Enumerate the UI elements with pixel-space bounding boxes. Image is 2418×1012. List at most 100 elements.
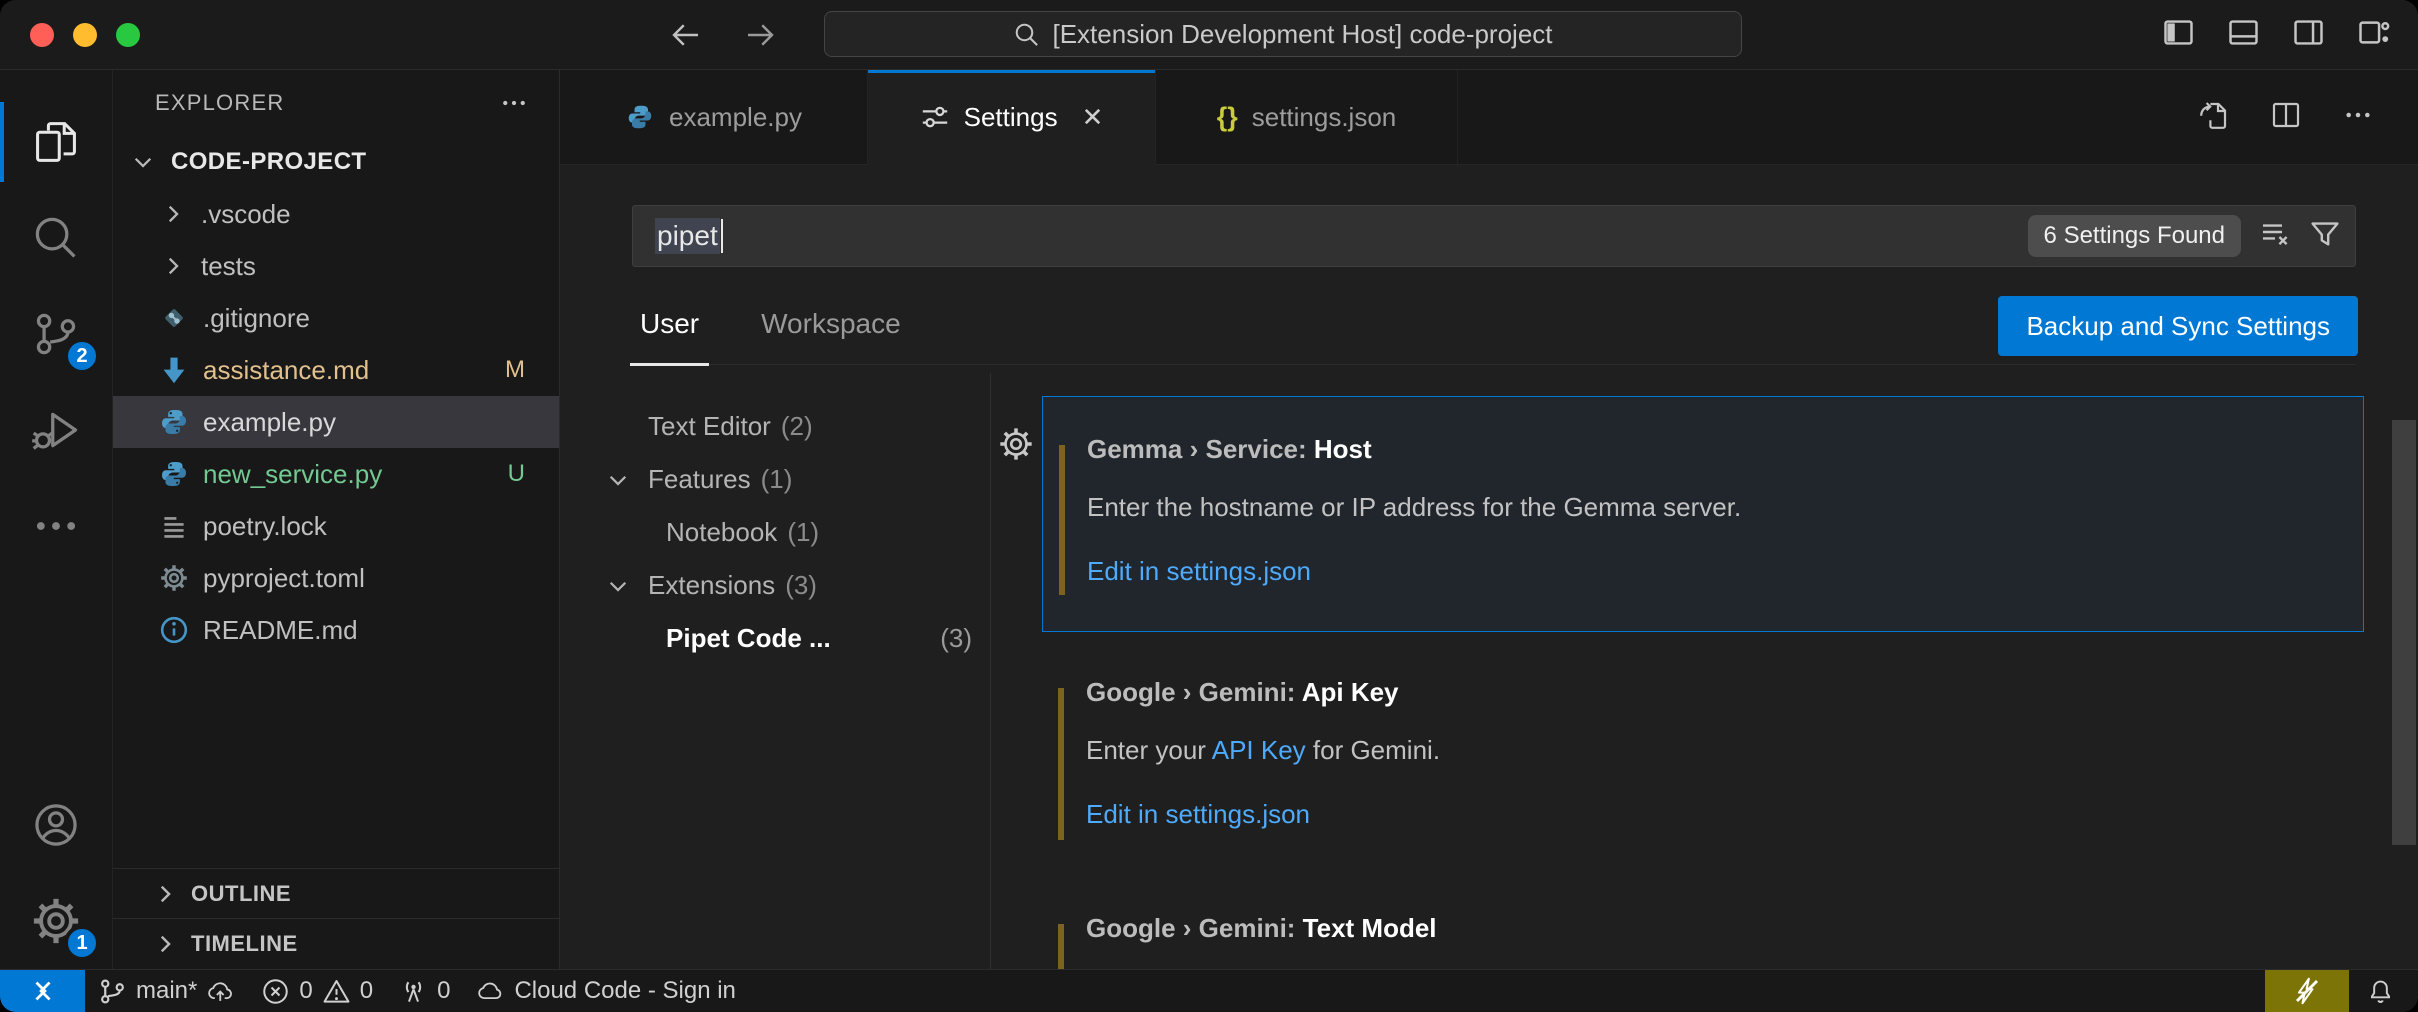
ports-item[interactable]: 0 xyxy=(386,970,463,1012)
tree-item-vscode[interactable]: .vscode xyxy=(113,188,559,240)
activity-more-button[interactable] xyxy=(0,478,112,574)
edit-in-settings-json-link[interactable]: Edit in settings.json xyxy=(1087,555,2333,587)
remote-indicator-button[interactable] xyxy=(0,970,85,1012)
toc-label: Features xyxy=(648,464,751,495)
open-settings-json-button[interactable] xyxy=(2198,99,2230,136)
activity-bar-spacer xyxy=(0,574,112,777)
results-count-badge: 6 Settings Found xyxy=(2028,215,2241,257)
json-braces-icon: {} xyxy=(1217,102,1238,133)
notifications-button[interactable] xyxy=(2349,970,2418,1012)
problems-item[interactable]: 0 0 xyxy=(248,970,386,1012)
settings-search-input[interactable]: pipet 6 Settings Found xyxy=(632,205,2356,267)
search-controls: 6 Settings Found xyxy=(2028,215,2341,257)
desc-text: for Gemini. xyxy=(1306,735,1440,765)
workbench: 2 1 xyxy=(0,70,2418,969)
setting-prefix: Google › Gemini: xyxy=(1086,913,1303,943)
tree-item-tests[interactable]: tests xyxy=(113,240,559,292)
tab-settings[interactable]: Settings ✕ xyxy=(868,70,1156,164)
python-file-icon xyxy=(625,102,655,132)
warning-count: 0 xyxy=(360,977,373,1005)
toggle-panel-button[interactable] xyxy=(2227,16,2260,54)
setting-actions-gear-button[interactable] xyxy=(997,425,1035,463)
activity-settings-button[interactable]: 1 xyxy=(0,873,112,969)
activity-explorer-button[interactable] xyxy=(0,94,112,190)
close-tab-button[interactable]: ✕ xyxy=(1082,102,1104,133)
setting-row-google-gemini-text-model[interactable]: Google › Gemini: Text Model xyxy=(1042,876,2364,969)
tree-item-new-service-py[interactable]: new_service.py U xyxy=(113,448,559,500)
title-bar: [Extension Development Host] code-projec… xyxy=(0,0,2418,70)
toc-count: (3) xyxy=(940,623,972,654)
toc-label: Notebook xyxy=(666,517,777,548)
editor-actions xyxy=(2198,70,2418,164)
navigate-forward-button[interactable] xyxy=(742,0,778,70)
scrollbar-thumb[interactable] xyxy=(2392,420,2416,845)
tree-item-poetry-lock[interactable]: poetry.lock xyxy=(113,500,559,552)
cloud-icon xyxy=(476,977,505,1006)
navigate-back-button[interactable] xyxy=(668,0,704,70)
toc-notebook[interactable]: Notebook (1) xyxy=(560,506,990,559)
split-editor-button[interactable] xyxy=(2270,99,2302,136)
toc-label: Extensions xyxy=(648,570,775,601)
tree-root-code-project[interactable]: CODE-PROJECT xyxy=(113,136,559,188)
git-status-badge: M xyxy=(505,356,525,384)
ports-count: 0 xyxy=(437,977,450,1005)
filter-settings-button[interactable] xyxy=(2309,218,2341,255)
customize-layout-button[interactable] xyxy=(2357,16,2390,54)
tab-bar: example.py Settings ✕ {} settings.json xyxy=(560,70,2418,165)
toc-text-editor[interactable]: Text Editor (2) xyxy=(560,400,990,453)
file-label: tests xyxy=(201,251,256,282)
vscode-window: [Extension Development Host] code-projec… xyxy=(0,0,2418,1012)
screencast-off-button[interactable] xyxy=(2265,970,2349,1012)
cloud-code-label: Cloud Code - Sign in xyxy=(514,977,735,1005)
toggle-secondary-sidebar-button[interactable] xyxy=(2292,16,2325,54)
remote-icon xyxy=(28,976,58,1006)
timeline-section-header[interactable]: TIMELINE xyxy=(113,919,559,969)
activity-source-control-button[interactable]: 2 xyxy=(0,286,112,382)
tab-example-py[interactable]: example.py xyxy=(560,70,868,164)
ellipsis-icon xyxy=(499,88,529,118)
clear-search-results-button[interactable] xyxy=(2259,218,2291,255)
python-file-icon xyxy=(157,457,191,491)
git-branch-item[interactable]: main* xyxy=(85,970,248,1012)
scope-tab-user[interactable]: User xyxy=(632,296,707,352)
tab-label: settings.json xyxy=(1252,102,1397,133)
arrow-right-icon xyxy=(742,17,778,53)
tree-item-example-py[interactable]: example.py xyxy=(113,396,559,448)
more-actions-button[interactable] xyxy=(2342,99,2374,136)
minimize-window-button[interactable] xyxy=(73,23,97,47)
layout-controls xyxy=(2162,0,2390,70)
tree-item-pyproject-toml[interactable]: pyproject.toml xyxy=(113,552,559,604)
tree-item-readme-md[interactable]: README.md xyxy=(113,604,559,656)
activity-accounts-button[interactable] xyxy=(0,777,112,873)
selected-text: pipet xyxy=(655,218,720,254)
cloud-code-item[interactable]: Cloud Code - Sign in xyxy=(463,970,748,1012)
status-bar: main* 0 0 0 Cloud Code - Sign in xyxy=(0,969,2418,1012)
file-label: example.py xyxy=(203,407,336,438)
status-bar-right xyxy=(2265,970,2418,1012)
activity-search-button[interactable] xyxy=(0,190,112,286)
toc-pipet-code[interactable]: Pipet Code ... (3) xyxy=(560,612,990,665)
scope-tab-workspace[interactable]: Workspace xyxy=(753,296,909,352)
edit-in-settings-json-link[interactable]: Edit in settings.json xyxy=(1086,798,2334,830)
zoom-window-button[interactable] xyxy=(116,23,140,47)
tab-settings-json[interactable]: {} settings.json xyxy=(1156,70,1458,164)
broadcast-tower-icon xyxy=(399,977,428,1006)
toc-count: (3) xyxy=(785,570,817,601)
toc-extensions[interactable]: Extensions (3) xyxy=(560,559,990,612)
activity-run-debug-button[interactable] xyxy=(0,382,112,478)
outline-section-header[interactable]: OUTLINE xyxy=(113,869,559,919)
toc-features[interactable]: Features (1) xyxy=(560,453,990,506)
setting-row-gemma-service-host[interactable]: Gemma › Service: Host Enter the hostname… xyxy=(1042,396,2364,632)
setting-row-google-gemini-api-key[interactable]: Google › Gemini: Api Key Enter your API … xyxy=(1042,640,2364,876)
search-icon xyxy=(30,212,82,264)
tree-item-assistance-md[interactable]: assistance.md M xyxy=(113,344,559,396)
explorer-more-actions-button[interactable] xyxy=(499,88,529,118)
activity-bar: 2 1 xyxy=(0,70,112,969)
close-window-button[interactable] xyxy=(30,23,54,47)
toggle-primary-sidebar-button[interactable] xyxy=(2162,16,2195,54)
tree-item-gitignore[interactable]: .gitignore xyxy=(113,292,559,344)
sidebar-sections: OUTLINE TIMELINE xyxy=(113,868,559,969)
backup-sync-settings-button[interactable]: Backup and Sync Settings xyxy=(1998,296,2358,356)
command-center[interactable]: [Extension Development Host] code-projec… xyxy=(824,11,1742,57)
api-key-link[interactable]: API Key xyxy=(1212,735,1306,765)
